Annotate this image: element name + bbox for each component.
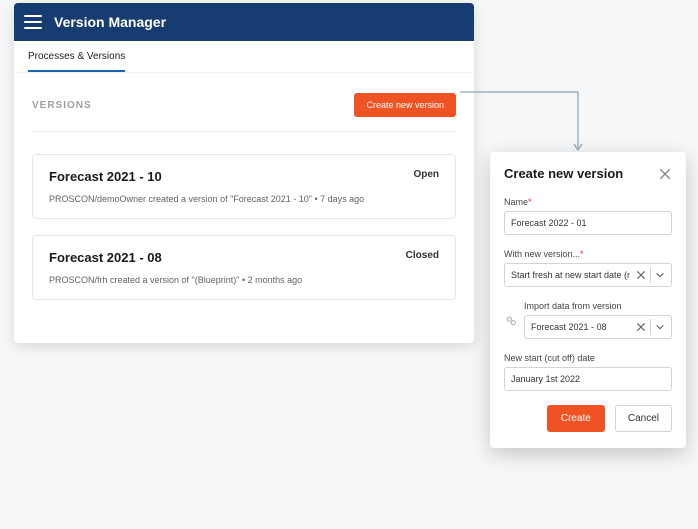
content-area: VERSIONS Create new version Forecast 202… — [14, 73, 474, 334]
gear-icon — [504, 314, 518, 328]
create-new-version-button[interactable]: Create new version — [354, 93, 456, 117]
version-title: Forecast 2021 - 10 — [49, 169, 162, 184]
create-button[interactable]: Create — [547, 405, 605, 432]
date-input[interactable]: January 1st 2022 — [504, 367, 672, 391]
date-label: New start (cut off) date — [504, 353, 672, 363]
create-version-dialog: Create new version Name* Forecast 2022 -… — [490, 152, 686, 448]
clear-icon[interactable] — [636, 322, 646, 332]
import-label: Import data from version — [524, 301, 672, 311]
tab-processes-versions[interactable]: Processes & Versions — [28, 41, 125, 72]
clear-icon[interactable] — [636, 270, 646, 280]
cancel-button[interactable]: Cancel — [615, 405, 672, 432]
import-value: Forecast 2021 - 08 — [531, 322, 607, 332]
section-title: VERSIONS — [32, 100, 92, 111]
mode-select[interactable]: Start fresh at new start date (r — [504, 263, 672, 287]
version-title: Forecast 2021 - 08 — [49, 250, 162, 265]
version-card[interactable]: Forecast 2021 - 10 Open PROSCON/demoOwne… — [32, 154, 456, 219]
name-input[interactable]: Forecast 2022 - 01 — [504, 211, 672, 235]
mode-value: Start fresh at new start date (r — [511, 270, 630, 280]
chevron-down-icon[interactable] — [655, 322, 665, 332]
close-icon[interactable] — [658, 167, 672, 181]
tabs: Processes & Versions — [14, 41, 474, 73]
app-title: Version Manager — [54, 14, 166, 30]
dialog-title: Create new version — [504, 166, 623, 181]
chevron-down-icon[interactable] — [655, 270, 665, 280]
mode-label: With new version...* — [504, 249, 672, 259]
version-card[interactable]: Forecast 2021 - 08 Closed PROSCON/frh cr… — [32, 235, 456, 300]
import-select[interactable]: Forecast 2021 - 08 — [524, 315, 672, 339]
name-value: Forecast 2022 - 01 — [511, 218, 587, 228]
titlebar: Version Manager — [14, 3, 474, 41]
version-manager-panel: Version Manager Processes & Versions VER… — [14, 3, 474, 343]
version-status: Open — [413, 169, 439, 180]
version-subtitle: PROSCON/demoOwner created a version of "… — [49, 194, 439, 204]
name-label: Name* — [504, 197, 672, 207]
section-header: VERSIONS Create new version — [32, 83, 456, 132]
date-value: January 1st 2022 — [511, 374, 580, 384]
version-subtitle: PROSCON/frh created a version of "(Bluep… — [49, 275, 439, 285]
version-status: Closed — [406, 250, 439, 261]
menu-icon[interactable] — [24, 15, 42, 29]
